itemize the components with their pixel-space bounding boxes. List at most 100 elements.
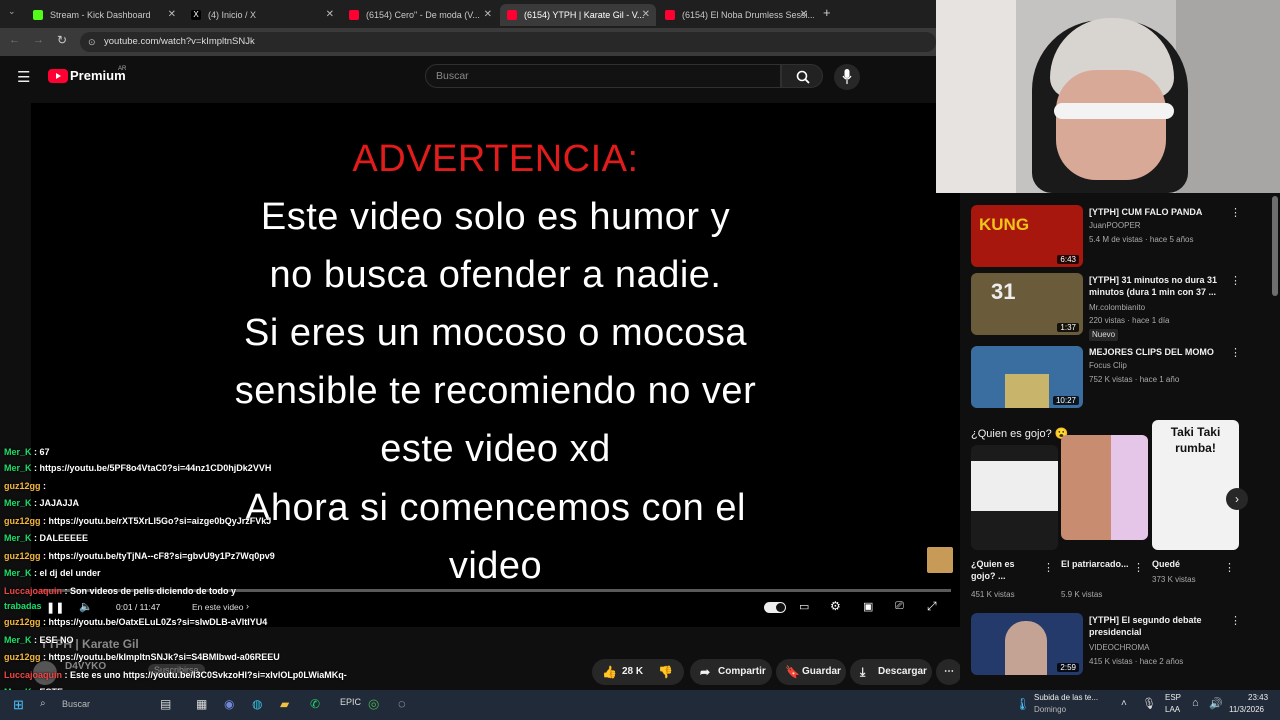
menu-hamburger-icon[interactable]: ☰: [17, 68, 30, 86]
chat-username[interactable]: trabadas: [4, 601, 42, 611]
chat-username[interactable]: Luccajoaquin: [4, 670, 62, 680]
close-tab-icon[interactable]: ✕: [326, 4, 334, 26]
tab-x-inicio[interactable]: X (4) Inicio / X ✕: [184, 4, 340, 26]
close-tab-icon[interactable]: ✕: [168, 4, 176, 26]
short-title[interactable]: Quedé: [1152, 558, 1222, 570]
mic-tray-icon[interactable]: 🎙: [1142, 697, 1156, 710]
tab-youtube-cero[interactable]: (6154) Cero" - De moda (V... ✕: [342, 4, 498, 26]
related-channel[interactable]: JuanPOOPER: [1089, 220, 1141, 232]
chat-username[interactable]: Mer_K: [4, 447, 32, 457]
chat-username[interactable]: Luccajoaquin: [4, 586, 62, 596]
chat-username[interactable]: Mer_K: [4, 498, 32, 508]
more-vert-icon[interactable]: ⋮: [1133, 561, 1144, 574]
shelf-next-button[interactable]: ›: [1226, 488, 1248, 510]
chat-username[interactable]: guz12gg: [4, 481, 41, 491]
settings-gear-icon[interactable]: ⚙: [830, 599, 841, 613]
edge-icon[interactable]: ◍: [252, 697, 262, 711]
youtube-logo-icon[interactable]: [48, 69, 68, 83]
tray-chevron-icon[interactable]: ˄: [1121, 698, 1127, 709]
close-tab-icon[interactable]: ✕: [642, 4, 650, 26]
folder-icon[interactable]: ▰: [280, 697, 289, 711]
short-title[interactable]: El patriarcado...: [1061, 558, 1131, 570]
thumbs-down-icon[interactable]: 👎: [658, 659, 673, 685]
chat-username[interactable]: Mer_K: [4, 568, 32, 578]
search-button[interactable]: [781, 64, 823, 88]
tab-kick-dashboard[interactable]: Stream - Kick Dashboard ✕: [26, 4, 182, 26]
related-title[interactable]: [YTPH] 31 minutos no dura 31 minutos (du…: [1089, 274, 1229, 298]
related-thumbnail[interactable]: 10:27: [971, 346, 1083, 408]
voice-search-button[interactable]: [834, 64, 860, 90]
chat-username[interactable]: Mer_K: [4, 635, 32, 645]
chat-username[interactable]: guz12gg: [4, 617, 41, 627]
short-title[interactable]: ¿Quien es gojo? ...: [971, 558, 1041, 582]
short-thumbnail[interactable]: Taki Taki rumba!: [1152, 420, 1239, 550]
volume-icon[interactable]: 🔈: [79, 600, 93, 613]
chat-username[interactable]: guz12gg: [4, 652, 41, 662]
related-channel[interactable]: Mr.colombianito: [1089, 302, 1145, 314]
tab-youtube-karate-gil[interactable]: (6154) YTPH | Karate Gil - V... ✕: [500, 4, 656, 26]
short-thumbnail[interactable]: [1061, 435, 1148, 540]
more-vert-icon[interactable]: ⋮: [1043, 561, 1054, 574]
fullscreen-icon[interactable]: ⤢: [927, 599, 937, 614]
like-count[interactable]: 28 K: [622, 659, 643, 685]
miniplayer-icon[interactable]: ▣: [863, 600, 873, 613]
app-icon[interactable]: ▦: [196, 697, 207, 711]
clock-time[interactable]: 23:43: [1248, 693, 1268, 702]
file-explorer-icon[interactable]: ▤: [160, 697, 171, 711]
more-vert-icon[interactable]: ⋮: [1230, 346, 1241, 359]
more-vert-icon[interactable]: ⋮: [1230, 614, 1241, 627]
new-tab-plus-icon[interactable]: +: [823, 5, 831, 20]
related-title[interactable]: [YTPH] CUM FALO PANDA: [1089, 206, 1229, 218]
search-input[interactable]: Buscar: [425, 64, 781, 88]
thumbs-up-icon[interactable]: 👍: [602, 659, 617, 685]
more-vert-icon[interactable]: ⋮: [1224, 561, 1235, 574]
tab-list-chevron-icon[interactable]: ⌄: [8, 6, 16, 17]
related-title[interactable]: MEJORES CLIPS DEL MOMO: [1089, 346, 1229, 358]
close-tab-icon[interactable]: ✕: [800, 4, 808, 26]
related-channel[interactable]: VIDEOCHROMA: [1089, 642, 1149, 654]
windows-start-icon[interactable]: ⊞: [13, 697, 24, 713]
more-vert-icon[interactable]: ⋮: [1230, 206, 1241, 219]
language-indicator[interactable]: ESP: [1165, 693, 1181, 702]
related-thumbnail[interactable]: 31 1:37: [971, 273, 1083, 335]
more-vert-icon[interactable]: ⋮: [1230, 274, 1241, 287]
short-thumbnail[interactable]: [971, 445, 1058, 550]
chevron-right-icon[interactable]: ›: [246, 601, 249, 611]
chat-username[interactable]: Mer_K: [4, 463, 32, 473]
reload-icon[interactable]: ↻: [57, 33, 67, 47]
close-tab-icon[interactable]: ✕: [484, 4, 492, 26]
volume-icon[interactable]: 🔊: [1209, 697, 1223, 710]
share-button[interactable]: ➦ Compartir: [690, 659, 772, 685]
download-button[interactable]: ⤓ Descargar: [850, 659, 932, 685]
autoplay-toggle[interactable]: [764, 602, 786, 613]
related-thumbnail[interactable]: KUNG 6:43: [971, 205, 1083, 267]
sidebar-scrollbar[interactable]: [1272, 196, 1278, 296]
related-title[interactable]: [YTPH] El segundo debate presidencial: [1089, 614, 1229, 638]
save-button[interactable]: 🔖 Guardar: [776, 659, 846, 685]
related-channel[interactable]: Focus Clip: [1089, 360, 1127, 372]
region-indicator[interactable]: LAA: [1165, 705, 1180, 714]
forward-arrow-icon[interactable]: →: [33, 34, 44, 46]
pause-icon[interactable]: ❚❚: [46, 601, 64, 614]
cast-icon[interactable]: ⎚: [895, 600, 904, 613]
tab-youtube-noba[interactable]: (6154) El Noba Drumless Sessi... ✕: [658, 4, 814, 26]
weather-notification[interactable]: Subida de las te...: [1034, 693, 1098, 702]
chat-username[interactable]: guz12gg: [4, 551, 41, 561]
obs-icon[interactable]: ◌: [398, 696, 406, 711]
site-info-icon[interactable]: ⊙: [88, 32, 96, 52]
epic-games-icon[interactable]: EPIC: [340, 697, 361, 707]
back-arrow-icon[interactable]: ←: [9, 34, 20, 46]
channel-watermark[interactable]: [927, 547, 953, 573]
more-actions-button[interactable]: ⋯: [936, 659, 962, 685]
subtitles-icon[interactable]: ▭: [799, 600, 809, 613]
chat-username[interactable]: Mer_K: [4, 533, 32, 543]
url-field[interactable]: ⊙ youtube.com/watch?v=kImpltnSNJk: [80, 32, 936, 52]
clock-date[interactable]: 11/3/2026: [1229, 705, 1264, 714]
chapter-label[interactable]: En este video: [192, 602, 244, 612]
network-icon[interactable]: ⌂: [1192, 697, 1199, 709]
discord-icon[interactable]: ◉: [224, 697, 234, 711]
search-icon[interactable]: ⌕: [40, 698, 46, 709]
chat-username[interactable]: guz12gg: [4, 516, 41, 526]
taskbar-search[interactable]: Buscar: [62, 699, 90, 709]
related-thumbnail[interactable]: 2:59: [971, 613, 1083, 675]
